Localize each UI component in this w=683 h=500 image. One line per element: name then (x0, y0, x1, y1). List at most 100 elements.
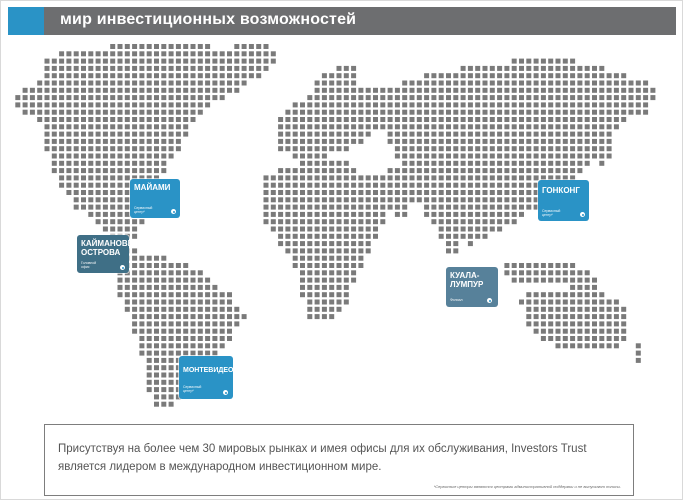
map-dot (234, 73, 240, 79)
map-dot (336, 270, 342, 276)
map-dot (584, 102, 590, 108)
map-dot (307, 314, 313, 320)
map-dot (51, 153, 57, 159)
map-dot (81, 168, 86, 174)
map-dot (270, 58, 276, 64)
map-dot (453, 233, 459, 239)
map-dot (321, 109, 327, 115)
map-dot (66, 87, 72, 93)
map-dot (526, 160, 532, 166)
map-dot (351, 204, 357, 210)
map-dot (511, 146, 517, 152)
map-dot (497, 138, 503, 144)
map-dot (438, 160, 444, 166)
map-dot (526, 270, 532, 276)
map-dot (132, 73, 138, 79)
map-dot (219, 321, 225, 327)
map-dot (227, 328, 232, 334)
map-dot (205, 292, 211, 298)
map-dot (621, 314, 627, 320)
office-marker-cayman[interactable]: КАЙМАНОВЫ ОСТРОВА Головной офис (77, 235, 135, 273)
map-dot (504, 168, 510, 174)
map-dot (44, 124, 50, 130)
map-dot (394, 168, 400, 174)
map-dot (497, 204, 503, 210)
map-dot (321, 146, 327, 152)
map-dot (234, 51, 240, 57)
map-dot (351, 124, 357, 130)
office-marker-miami[interactable]: МАЙАМИ Сервисный центр* (130, 179, 180, 218)
map-dot (59, 175, 65, 181)
map-dot (66, 131, 72, 137)
map-dot (300, 270, 305, 276)
map-dot (482, 226, 488, 232)
map-dot (555, 87, 561, 93)
map-dot (124, 58, 130, 64)
map-dot (132, 226, 138, 232)
map-dot (613, 343, 619, 349)
map-dot (161, 306, 167, 312)
map-dot (621, 336, 627, 341)
map-dot (307, 190, 313, 195)
office-marker-montevideo[interactable]: МОНТЕВИДЕО Сервисный центр* (179, 356, 233, 399)
map-dot (256, 44, 262, 49)
map-dot (438, 87, 444, 93)
map-dot (336, 241, 342, 247)
map-dot (570, 153, 576, 159)
map-dot (431, 168, 437, 174)
map-dot (402, 80, 408, 86)
map-dot (161, 138, 167, 144)
map-dot (175, 299, 181, 305)
map-dot (555, 117, 561, 122)
map-dot (431, 102, 437, 108)
map-dot (533, 131, 539, 137)
map-dot (336, 160, 342, 166)
map-dot (110, 117, 116, 122)
map-dot (365, 248, 371, 254)
map-dot (132, 219, 138, 225)
map-dot (212, 284, 218, 290)
map-dot (110, 211, 116, 217)
map-dot (146, 263, 152, 268)
map-dot (606, 80, 612, 86)
map-dot (336, 292, 342, 298)
map-dot (161, 73, 167, 79)
map-dot (365, 241, 371, 247)
map-dot (358, 102, 364, 108)
map-dot (599, 292, 605, 298)
map-dot (592, 138, 597, 144)
map-dot (511, 263, 517, 268)
map-dot (139, 138, 145, 144)
map-dot (175, 87, 181, 93)
map-dot (592, 328, 597, 334)
map-dot (467, 138, 473, 144)
map-dot (540, 73, 546, 79)
map-dot (504, 219, 510, 225)
map-dot (599, 336, 605, 341)
map-dot (424, 211, 430, 217)
map-dot (314, 306, 320, 312)
map-dot (219, 65, 225, 71)
map-dot (453, 182, 459, 188)
map-dot (555, 124, 561, 130)
map-dot (132, 284, 138, 290)
map-dot (336, 124, 342, 130)
map-dot (95, 168, 101, 174)
office-marker-hongkong[interactable]: ГОНКОНГ Сервисный центр* (538, 180, 589, 221)
map-dot (409, 117, 415, 122)
map-dot (161, 160, 167, 166)
map-dot (336, 226, 342, 232)
map-dot (66, 65, 72, 71)
map-dot (467, 109, 473, 115)
map-dot (511, 182, 517, 188)
map-dot (519, 263, 524, 268)
map-dot (154, 44, 159, 49)
map-dot (402, 95, 408, 101)
map-dot (219, 87, 225, 93)
map-dot (416, 197, 422, 203)
map-dot (562, 124, 568, 130)
office-marker-kualalumpur[interactable]: КУАЛА- ЛУМПУР Филиал (446, 267, 498, 307)
map-dot (124, 109, 130, 115)
map-dot (307, 270, 313, 276)
map-dot (387, 131, 393, 137)
